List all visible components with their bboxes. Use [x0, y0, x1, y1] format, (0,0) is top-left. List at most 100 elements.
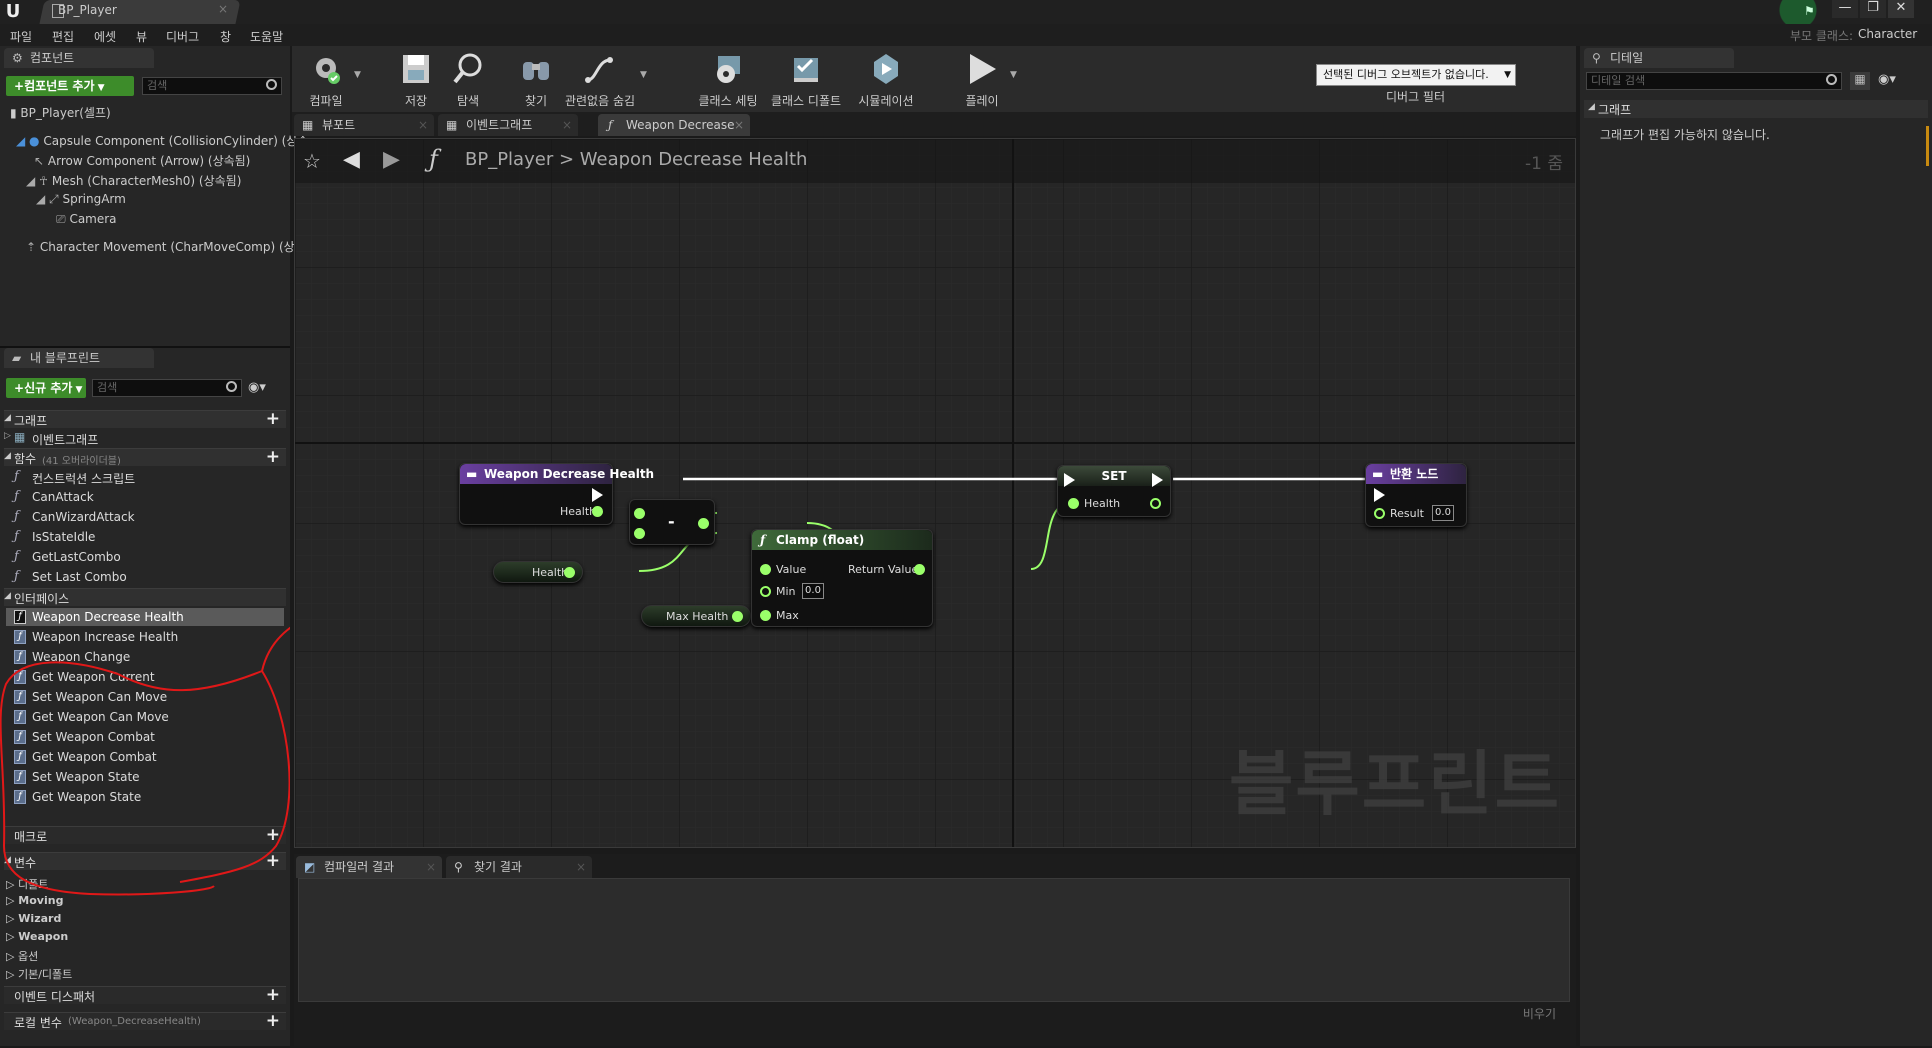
tab-details[interactable]: ⚲ 디테일: [1584, 48, 1734, 68]
tab-my-blueprint[interactable]: ▰ 내 블루프린트: [4, 348, 154, 368]
clamp-min-input[interactable]: 0.0: [802, 583, 824, 599]
get-max-health-node[interactable]: Max Health: [641, 605, 751, 627]
component-item-movement[interactable]: ⇡ Character Movement (CharMoveComp) (상속: [26, 238, 306, 255]
set-exec-out-pin[interactable]: [1152, 473, 1163, 487]
upload-icon[interactable]: ⚑: [1804, 4, 1820, 18]
subtract-b-pin[interactable]: [634, 528, 645, 539]
components-search-input[interactable]: 검색: [142, 77, 282, 95]
menu-view[interactable]: 뷰: [136, 28, 147, 45]
graph-canvas[interactable]: ☆ ◀ ▶ ƒ BP_Player > Weapon Decrease Heal…: [294, 138, 1576, 848]
set-health-node[interactable]: SET Health: [1057, 465, 1171, 517]
subtract-out-pin[interactable]: [698, 518, 709, 529]
menu-debug[interactable]: 디버그: [166, 28, 199, 45]
hide-unrelated-options-icon[interactable]: ▼: [640, 70, 647, 80]
clamp-node[interactable]: ƒ Clamp (float) Value Return Value Min 0.…: [751, 529, 933, 627]
function-item[interactable]: ƒ IsStateIdle: [12, 528, 284, 546]
add-new-button[interactable]: +신규 추가 ▼: [6, 378, 86, 398]
class-defaults-button[interactable]: 클래스 디폴트: [770, 50, 842, 110]
menu-edit[interactable]: 편집: [52, 28, 74, 45]
entry-node[interactable]: ▬ Weapon Decrease Health Health: [459, 463, 654, 525]
clamp-return-pin[interactable]: [914, 564, 925, 575]
component-item-mesh[interactable]: ◢ ☥ Mesh (CharacterMesh0) (상속됨): [26, 172, 241, 189]
category-local-variables[interactable]: 로컬 변수 (Weapon_DecreaseHealth) +: [4, 1011, 286, 1031]
set-exec-in-pin[interactable]: [1064, 473, 1075, 487]
menu-file[interactable]: 파일: [10, 28, 32, 45]
set-health-in-pin[interactable]: [1068, 498, 1079, 509]
clamp-min-pin[interactable]: [760, 586, 771, 597]
close-window-icon[interactable]: ✕: [1888, 0, 1914, 18]
get-max-health-out-pin[interactable]: [732, 611, 743, 622]
clamp-max-pin[interactable]: [760, 610, 771, 621]
variable-group[interactable]: ▷ Wizard: [6, 912, 61, 925]
play-options-icon[interactable]: ▼: [1010, 70, 1017, 80]
forward-arrow-icon[interactable]: ▶: [383, 147, 400, 172]
return-result-input[interactable]: 0.0: [1432, 505, 1454, 521]
return-exec-in-pin[interactable]: [1374, 488, 1385, 502]
compile-button[interactable]: 컴파일: [296, 50, 356, 110]
restore-icon[interactable]: ❐: [1860, 0, 1886, 18]
star-icon[interactable]: ☆: [303, 149, 321, 173]
exec-out-pin[interactable]: [592, 488, 603, 502]
find-button[interactable]: 찾기: [506, 50, 566, 110]
set-health-out-pin[interactable]: [1150, 498, 1161, 509]
return-node[interactable]: ▬ 반환 노드 Result 0.0: [1365, 463, 1467, 527]
add-function-icon[interactable]: +: [266, 447, 280, 467]
hide-unrelated-button[interactable]: 관련없음 숨김: [564, 50, 636, 110]
clamp-value-pin[interactable]: [760, 564, 771, 575]
back-arrow-icon[interactable]: ◀: [343, 147, 360, 172]
clear-button[interactable]: 비우기: [1523, 1005, 1556, 1022]
minimize-icon[interactable]: —: [1832, 0, 1858, 18]
component-item-springarm[interactable]: ◢ ⤢ SpringArm: [36, 192, 126, 207]
function-item[interactable]: ƒ CanWizardAttack: [12, 508, 284, 526]
compile-options-icon[interactable]: ▼: [354, 70, 361, 80]
entry-health-pin[interactable]: [592, 506, 603, 517]
tab-find-results[interactable]: ⚲ 찾기 결과 ×: [446, 856, 592, 878]
tab-components[interactable]: ⚙ 컴포넌트: [4, 48, 154, 68]
event-graph-item[interactable]: ▷ ▦ 이벤트그래프: [4, 429, 276, 447]
eye-icon[interactable]: ◉▾: [1878, 72, 1896, 87]
my-blueprint-search-input[interactable]: 검색: [92, 379, 242, 397]
get-health-out-pin[interactable]: [564, 567, 575, 578]
category-graphs[interactable]: ◢ 그래프 +: [4, 409, 286, 429]
class-settings-button[interactable]: 클래스 세팅: [692, 50, 764, 110]
debug-object-select[interactable]: 선택된 디버그 오브젝트가 없습니다. ▼: [1316, 64, 1516, 86]
browse-button[interactable]: 탐색: [438, 50, 498, 110]
component-item-arrow[interactable]: ↖ Arrow Component (Arrow) (상속됨): [34, 152, 250, 169]
close-tab-icon[interactable]: ×: [218, 2, 228, 16]
category-functions[interactable]: ◢ 함수 (41 오버라이더블) +: [4, 447, 286, 467]
details-search-input[interactable]: 디테일 검색: [1586, 72, 1842, 90]
component-root[interactable]: ▮ BP_Player(셀프): [10, 104, 111, 121]
simulation-button[interactable]: 시뮬레이션: [850, 50, 922, 110]
function-item[interactable]: ƒ CanAttack: [12, 488, 284, 506]
menu-asset[interactable]: 에셋: [94, 28, 116, 45]
details-category-graph[interactable]: ◢ 그래프: [1584, 100, 1928, 118]
save-button[interactable]: 저장: [386, 50, 446, 110]
breadcrumb-function[interactable]: Weapon Decrease Health: [580, 149, 808, 170]
component-item-capsule[interactable]: ◢ ● Capsule Component (CollisionCylinder…: [16, 132, 308, 149]
add-local-variable-icon[interactable]: +: [266, 1011, 280, 1031]
grid-view-icon[interactable]: ▦: [1850, 72, 1870, 90]
menu-help[interactable]: 도움말: [250, 28, 283, 45]
breadcrumb-blueprint[interactable]: BP_Player: [465, 149, 553, 170]
variable-group[interactable]: ▷ Weapon: [6, 930, 68, 943]
variable-group[interactable]: ▷ 옵션: [6, 948, 38, 964]
subtract-a-pin[interactable]: [634, 508, 645, 519]
add-graph-icon[interactable]: +: [266, 409, 280, 429]
tab-compiler-results[interactable]: ◩ 컴파일러 결과 ×: [296, 856, 442, 878]
add-dispatcher-icon[interactable]: +: [266, 985, 280, 1005]
eye-icon[interactable]: ◉▾: [248, 380, 266, 395]
variable-group[interactable]: ▷ 기본/디폴트: [6, 966, 72, 982]
play-button[interactable]: 플레이: [952, 50, 1012, 110]
subtract-node[interactable]: -: [629, 499, 715, 545]
menu-window[interactable]: 창: [220, 28, 231, 45]
component-item-camera[interactable]: ⎚ Camera: [56, 212, 117, 227]
tab-viewport[interactable]: ▦ 뷰포트 ×: [294, 114, 434, 136]
add-component-button[interactable]: +컴포넌트 추가 ▼: [6, 76, 134, 96]
parent-class-link[interactable]: Character: [1858, 27, 1917, 41]
return-result-pin[interactable]: [1374, 508, 1385, 519]
tab-weapon-decrease[interactable]: ƒ Weapon Decrease ×: [598, 114, 750, 136]
function-item[interactable]: ƒ 컨스트럭션 스크립트: [12, 468, 284, 486]
category-event-dispatchers[interactable]: 이벤트 디스패처 +: [4, 985, 286, 1005]
get-health-node[interactable]: Health: [493, 561, 583, 583]
tab-event-graph[interactable]: ▦ 이벤트그래프 ×: [438, 114, 578, 136]
